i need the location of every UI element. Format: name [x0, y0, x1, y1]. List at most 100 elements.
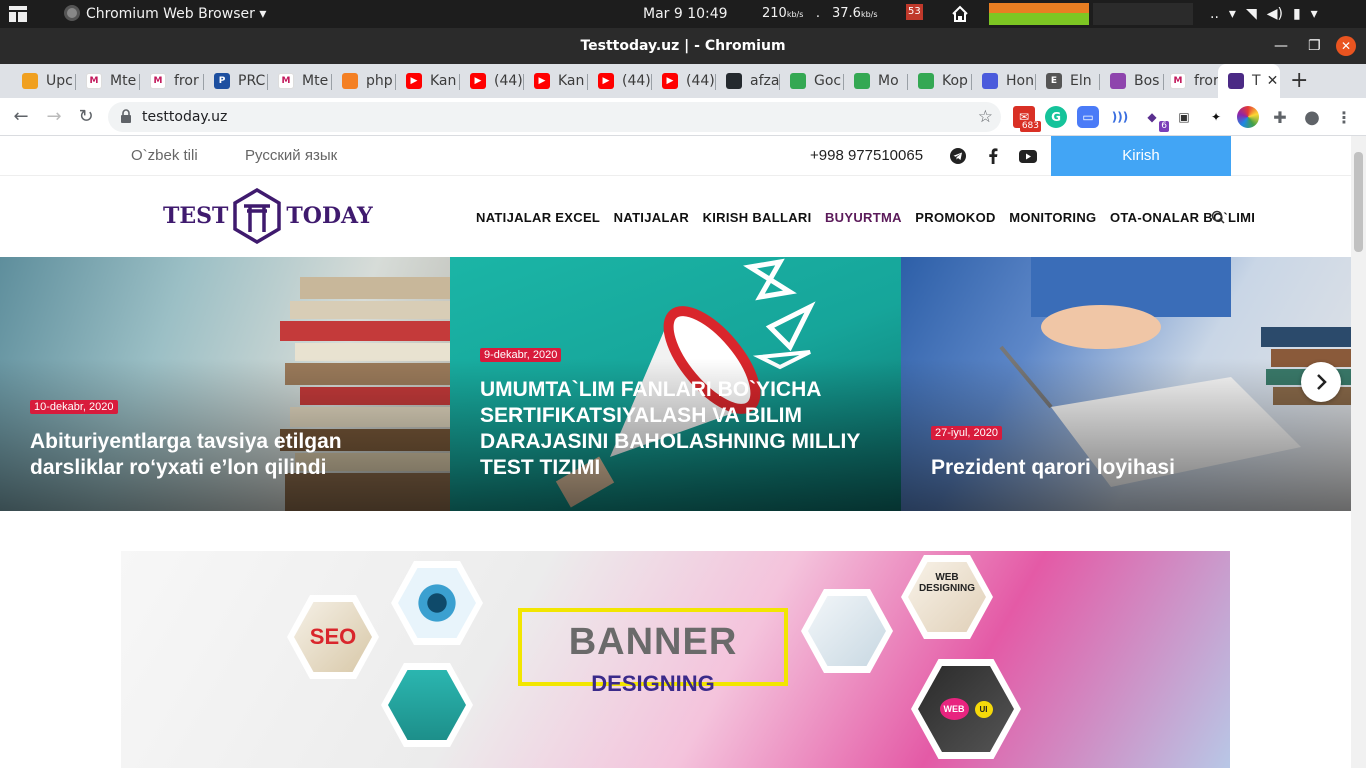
browser-tab[interactable]: Mfror: [1160, 64, 1224, 98]
advert-banner[interactable]: SEO BANNER DESIGNING WEB DESIGNING WEB UI: [121, 551, 1230, 768]
facebook-icon[interactable]: [983, 146, 1003, 166]
grammarly-icon[interactable]: G: [1045, 106, 1067, 128]
notification-badge[interactable]: 53: [906, 4, 923, 20]
cube-extension-icon[interactable]: ◆ 6: [1141, 106, 1169, 132]
cpu-graph: [989, 3, 1089, 25]
banner-subline: DESIGNING: [591, 671, 715, 696]
scrollbar-thumb[interactable]: [1354, 152, 1363, 252]
tab-favicon-icon: [790, 73, 806, 89]
browser-tab[interactable]: ▶ (44): [652, 64, 716, 98]
color-picker-icon[interactable]: [1237, 106, 1259, 128]
search-icon[interactable]: [1211, 210, 1225, 224]
browser-tab[interactable]: Hon: [972, 64, 1036, 98]
picture-in-picture-icon[interactable]: ▣: [1173, 106, 1195, 128]
slide-card[interactable]: 27-iyul, 2020 Prezident qarori loyihasi: [901, 257, 1351, 511]
browser-tab[interactable]: Upc: [12, 64, 76, 98]
browser-tab[interactable]: Bos: [1100, 64, 1164, 98]
lang-uzbek-link[interactable]: O`zbek tili: [131, 136, 198, 176]
browser-tab[interactable]: ▶ Kan: [524, 64, 588, 98]
menu-kebab-icon[interactable]: ⋮: [1333, 106, 1355, 128]
browser-tab[interactable]: Mo: [844, 64, 908, 98]
gmail-extension-icon[interactable]: ✉ 683: [1013, 106, 1041, 132]
tab-title: afza: [750, 73, 780, 89]
designer-image: [388, 670, 466, 740]
app-name: Chromium Web Browser: [86, 6, 255, 22]
chevron-down-icon: ▾: [1228, 6, 1236, 22]
browser-tab[interactable]: M Mte: [268, 64, 332, 98]
slider-next-button[interactable]: [1301, 362, 1341, 402]
dark-reader-icon[interactable]: ✦: [1205, 106, 1227, 128]
site-logo[interactable]: TEST TODAY: [163, 187, 373, 245]
page-scrollbar[interactable]: [1351, 136, 1366, 768]
tab-close-icon[interactable]: ✕: [1267, 73, 1279, 89]
web-sketch-image: [808, 596, 886, 666]
devices-image: WEB UI: [918, 666, 1014, 752]
seo-image: SEO: [294, 602, 372, 672]
url-text[interactable]: testtoday.uz: [142, 102, 227, 132]
browser-tab[interactable]: Kop: [908, 64, 972, 98]
read-aloud-icon[interactable]: ))): [1109, 106, 1131, 128]
web-badge: WEB: [939, 698, 969, 720]
tab-title: fror: [1194, 73, 1219, 89]
lang-russian-link[interactable]: Русский язык: [245, 136, 337, 176]
tab-title: Upc: [46, 73, 73, 89]
nav-buyurtma[interactable]: BUYURTMA: [825, 210, 902, 225]
profile-avatar-icon[interactable]: ●: [1301, 106, 1323, 128]
web-designing-image: WEB DESIGNING: [908, 562, 986, 632]
tab-active[interactable]: T ✕: [1218, 64, 1280, 98]
nav-natijalar-excel[interactable]: NATIJALAR EXCEL: [476, 210, 600, 225]
clock[interactable]: Mar 9 10:49: [643, 0, 728, 28]
app-menu[interactable]: Chromium Web Browser ▾: [64, 0, 266, 28]
tab-favicon-icon: P: [214, 73, 230, 89]
window-title: Testtoday.uz | - Chromium: [580, 38, 786, 54]
youtube-icon[interactable]: [1018, 146, 1038, 166]
browser-tab[interactable]: M Mte: [76, 64, 140, 98]
nav-monitoring[interactable]: MONITORING: [1009, 210, 1096, 225]
browser-tab[interactable]: P PRC: [204, 64, 268, 98]
nav-promokod[interactable]: PROMOKOD: [915, 210, 995, 225]
new-tab-button[interactable]: +: [1290, 64, 1308, 98]
slide-card[interactable]: 9-dekabr, 2020 UMUMTA`LIM FANLARI BO`YIC…: [450, 257, 901, 511]
login-button[interactable]: Kirish: [1051, 136, 1231, 176]
bookmark-star-icon[interactable]: ☆: [978, 102, 993, 132]
slide-title[interactable]: Abituriyentlarga tavsiya etilgan darslik…: [30, 429, 420, 481]
forward-icon[interactable]: →: [41, 104, 67, 130]
reload-icon[interactable]: ↻: [73, 104, 99, 130]
browser-tab[interactable]: afza: [716, 64, 780, 98]
maximize-icon[interactable]: ❐: [1308, 28, 1321, 64]
tab-favicon-icon: ▶: [662, 73, 678, 89]
eye-image: [398, 568, 476, 638]
nav-kirish-ballari[interactable]: KIRISH BALLARI: [703, 210, 812, 225]
system-tray[interactable]: .. ▾ ◥ ◀) ▮ ▾: [1210, 0, 1328, 28]
telegram-icon[interactable]: [948, 146, 968, 166]
tab-favicon-icon: M: [1170, 73, 1186, 89]
browser-tab[interactable]: Mfror: [140, 64, 204, 98]
zoom-extension-icon[interactable]: ▭: [1077, 106, 1099, 128]
nav-natijalar[interactable]: NATIJALAR: [614, 210, 689, 225]
browser-tab[interactable]: php: [332, 64, 396, 98]
home-icon[interactable]: [951, 0, 971, 28]
slide-date: 9-dekabr, 2020: [480, 348, 562, 362]
browser-tab[interactable]: ▶ Kan: [396, 64, 460, 98]
minimize-icon[interactable]: —: [1274, 28, 1288, 64]
battery-icon: ▮: [1292, 6, 1301, 22]
address-bar[interactable]: testtoday.uz ☆: [108, 102, 1001, 132]
tab-title: (44): [622, 73, 651, 89]
phone-number[interactable]: +998 977510065: [810, 136, 923, 176]
close-window-icon[interactable]: ✕: [1336, 36, 1356, 56]
nav-ota-onalar[interactable]: OTA-ONALAR BO`LIMI: [1110, 210, 1255, 225]
browser-tab[interactable]: Goc: [780, 64, 844, 98]
slide-title[interactable]: UMUMTA`LIM FANLARI BO`YICHA SERTIFIKATSI…: [480, 377, 871, 481]
extensions-puzzle-icon[interactable]: ✚: [1269, 106, 1291, 128]
tab-title: Mte: [302, 73, 329, 89]
browser-tab[interactable]: ▶ (44): [588, 64, 652, 98]
ui-badge: UI: [974, 700, 993, 718]
slide-title[interactable]: Prezident qarori loyihasi: [931, 455, 1321, 481]
activities-icon[interactable]: [8, 0, 34, 28]
browser-tab[interactable]: E Eln: [1036, 64, 1100, 98]
lock-icon[interactable]: [120, 109, 132, 123]
back-icon[interactable]: ←: [8, 104, 34, 130]
slide-date: 10-dekabr, 2020: [30, 400, 118, 414]
slide-card[interactable]: 10-dekabr, 2020 Abituriyentlarga tavsiya…: [0, 257, 450, 511]
browser-tab[interactable]: ▶ (44): [460, 64, 524, 98]
